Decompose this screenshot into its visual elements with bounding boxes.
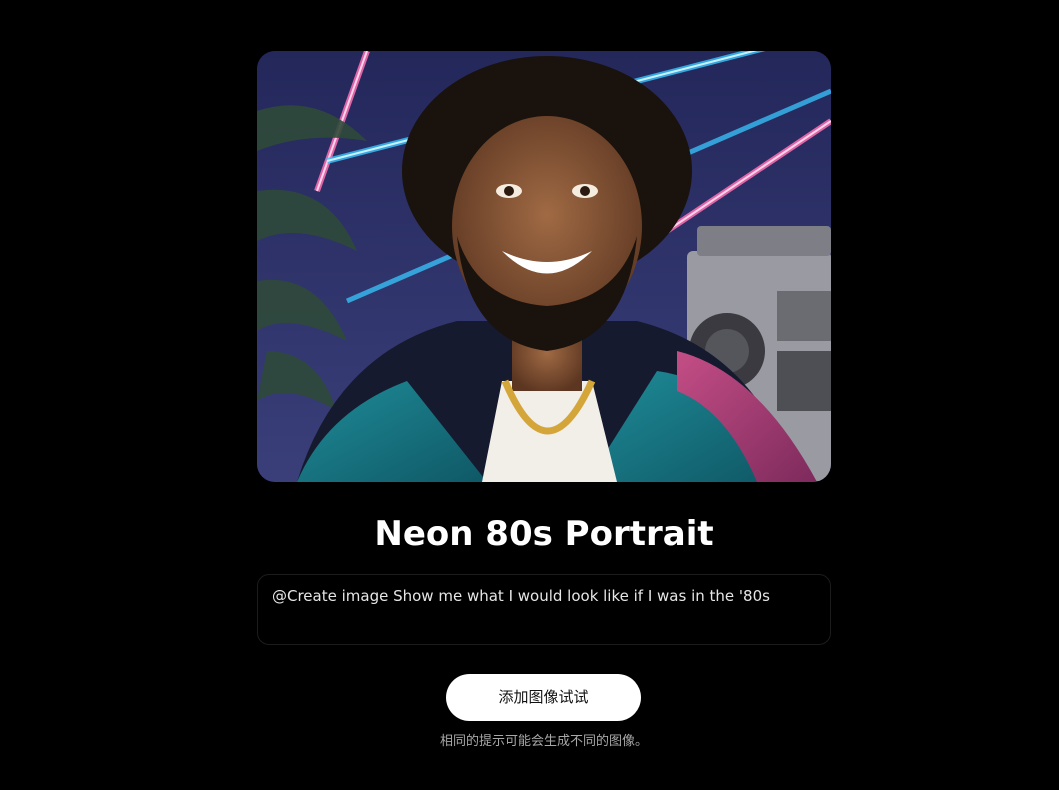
portrait-illustration	[257, 51, 831, 482]
try-with-image-button[interactable]: 添加图像试试	[446, 674, 641, 721]
disclaimer-text: 相同的提示可能会生成不同的图像。	[439, 734, 648, 749]
page-title: Neon 80s Portrait	[374, 514, 714, 554]
hero-image	[257, 51, 831, 482]
prompt-text: @Create image Show me what I would look …	[272, 587, 770, 605]
prompt-text-box[interactable]: @Create image Show me what I would look …	[257, 574, 831, 645]
page: Neon 80s Portrait @Create image Show me …	[0, 0, 1059, 790]
